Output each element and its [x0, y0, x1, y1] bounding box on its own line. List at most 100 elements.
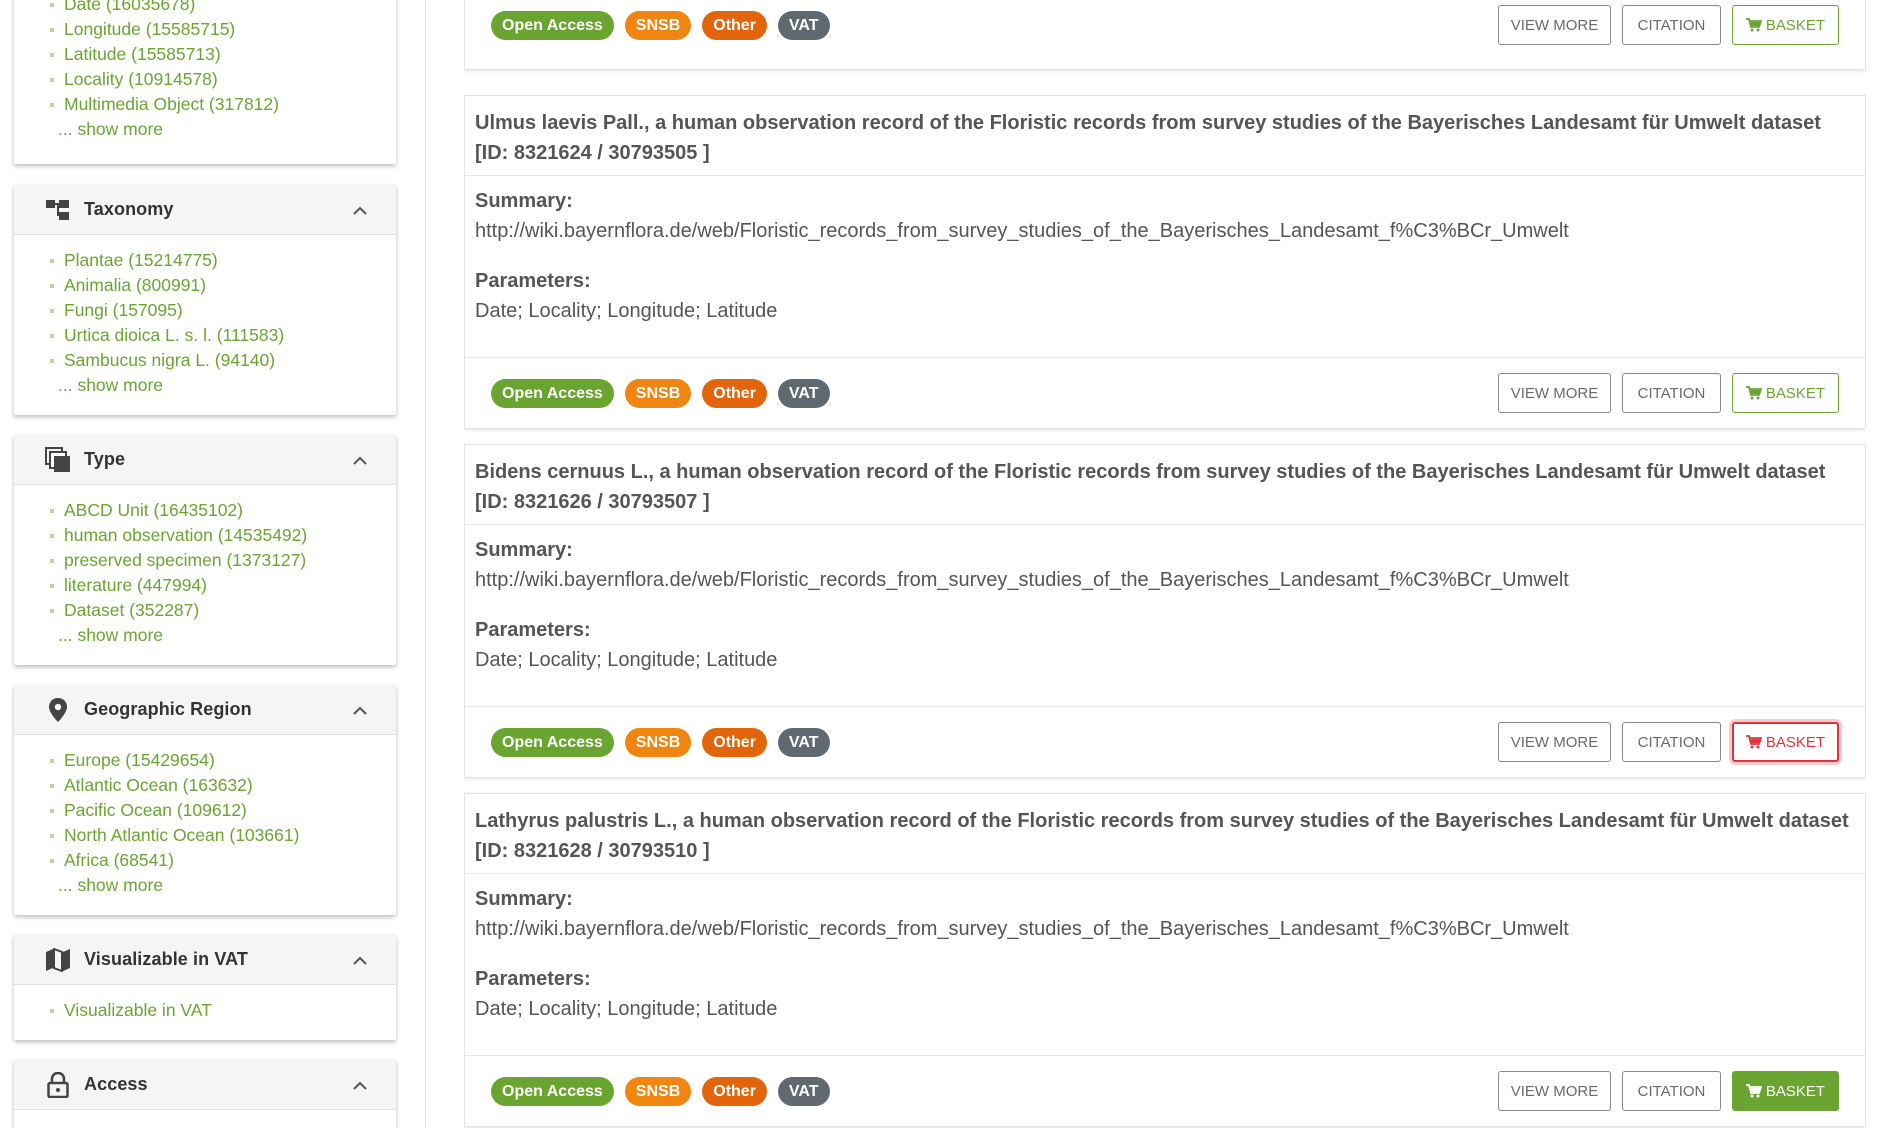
open-access-badge: Open Access: [491, 1077, 614, 1106]
facet-list: Date (16035678) Longitude (15585715) Lat…: [42, 0, 396, 117]
facet-item[interactable]: Plantae (15214775): [42, 248, 396, 273]
show-more-link[interactable]: ... show more: [42, 623, 396, 648]
basket-label: BASKET: [1765, 1082, 1826, 1100]
action-buttons: VIEW MORE CITATION BASKET: [1498, 5, 1839, 45]
result-card: Bidens cernuus L., a human observation r…: [464, 444, 1866, 778]
basket-button[interactable]: BASKET: [1732, 5, 1839, 45]
facet-list: ABCD Unit (16435102) human observation (…: [42, 498, 396, 623]
chevron-up-icon[interactable]: [350, 950, 370, 970]
facet-header-geographic-region[interactable]: Geographic Region: [14, 685, 396, 735]
facet-item[interactable]: Dataset (352287): [42, 598, 396, 623]
view-more-button[interactable]: VIEW MORE: [1498, 5, 1611, 45]
chevron-up-icon[interactable]: [350, 700, 370, 720]
facet-item[interactable]: Locality (10914578): [42, 67, 396, 92]
snsb-badge: SNSB: [624, 379, 692, 408]
facet-item[interactable]: Visualizable in VAT: [42, 998, 396, 1023]
facet-title: Geographic Region: [84, 699, 252, 719]
facet-item[interactable]: preserved specimen (1373127): [42, 548, 396, 573]
cart-icon: [1745, 1084, 1762, 1098]
facet-item[interactable]: Sambucus nigra L. (94140): [42, 348, 396, 373]
show-more-link[interactable]: ... show more: [42, 373, 396, 398]
action-buttons: VIEW MORE CITATION BASKET: [1498, 1071, 1839, 1111]
show-more-link[interactable]: ... show more: [42, 873, 396, 898]
facet-item[interactable]: Animalia (800991): [42, 273, 396, 298]
search-results: Open Access SNSB Other VAT VIEW MORE CIT…: [464, 0, 1866, 1128]
map-icon: [44, 946, 72, 974]
cart-icon: [1745, 735, 1762, 749]
other-badge: Other: [702, 379, 767, 408]
badge-row: Open Access SNSB Other VAT: [491, 379, 830, 408]
facet-item[interactable]: Longitude (15585715): [42, 17, 396, 42]
summary-label: Summary:: [475, 190, 573, 212]
parameters-label: Parameters:: [475, 270, 591, 292]
cart-icon: [1745, 18, 1762, 32]
facet-item[interactable]: human observation (14535492): [42, 523, 396, 548]
facet-card-parameters: Date (16035678) Longitude (15585715) Lat…: [14, 0, 396, 164]
snsb-badge: SNSB: [624, 728, 692, 757]
view-more-button[interactable]: VIEW MORE: [1498, 722, 1611, 762]
show-more-link[interactable]: ... show more: [42, 117, 396, 142]
facet-item[interactable]: Atlantic Ocean (163632): [42, 773, 396, 798]
result-title[interactable]: Lathyrus palustris L., a human observati…: [465, 794, 1865, 874]
facet-item[interactable]: Latitude (15585713): [42, 42, 396, 67]
facet-item[interactable]: Pacific Ocean (109612): [42, 798, 396, 823]
summary-label: Summary:: [475, 539, 573, 561]
basket-label: BASKET: [1765, 16, 1826, 34]
facet-title: Taxonomy: [84, 199, 174, 219]
citation-button[interactable]: CITATION: [1622, 5, 1721, 45]
basket-label: BASKET: [1765, 733, 1826, 751]
facet-item[interactable]: North Atlantic Ocean (103661): [42, 823, 396, 848]
summary-value: http://wiki.bayernflora.de/web/Floristic…: [475, 569, 1569, 591]
facet-header-access[interactable]: Access: [14, 1060, 396, 1110]
facet-item[interactable]: ABCD Unit (16435102): [42, 498, 396, 523]
citation-button[interactable]: CITATION: [1622, 373, 1721, 413]
chevron-up-icon[interactable]: [350, 1075, 370, 1095]
basket-button[interactable]: BASKET: [1732, 373, 1839, 413]
badge-row: Open Access SNSB Other VAT: [491, 728, 830, 757]
basket-button[interactable]: BASKET: [1732, 1071, 1839, 1111]
citation-button[interactable]: CITATION: [1622, 1071, 1721, 1111]
lock-icon: [44, 1071, 72, 1099]
facet-item[interactable]: Fungi (157095): [42, 298, 396, 323]
parameters-value: Date; Locality; Longitude; Latitude: [475, 300, 778, 322]
facet-title: Visualizable in VAT: [84, 949, 248, 969]
basket-label: BASKET: [1765, 384, 1826, 402]
result-title[interactable]: Ulmus laevis Pall., a human observation …: [465, 96, 1865, 176]
facet-header-type[interactable]: Type: [14, 435, 396, 485]
map-pin-icon: [44, 696, 72, 724]
facet-list: Visualizable in VAT: [42, 998, 396, 1023]
result-card: Ulmus laevis Pall., a human observation …: [464, 95, 1866, 429]
result-footer: Open Access SNSB Other VAT VIEW MORE CIT…: [465, 1056, 1865, 1126]
facet-item[interactable]: literature (447994): [42, 573, 396, 598]
other-badge: Other: [702, 11, 767, 40]
action-buttons: VIEW MORE CITATION BASKET: [1498, 373, 1839, 413]
facet-item[interactable]: Europe (15429654): [42, 748, 396, 773]
view-more-button[interactable]: VIEW MORE: [1498, 373, 1611, 413]
facet-card-access: Access: [14, 1060, 396, 1128]
result-card: Lathyrus palustris L., a human observati…: [464, 793, 1866, 1127]
facet-header-visualizable-in-vat[interactable]: Visualizable in VAT: [14, 935, 396, 985]
snsb-badge: SNSB: [624, 11, 692, 40]
open-access-badge: Open Access: [491, 728, 614, 757]
result-footer: Open Access SNSB Other VAT VIEW MORE CIT…: [465, 358, 1865, 428]
hierarchy-icon: [44, 196, 72, 224]
chevron-up-icon[interactable]: [350, 450, 370, 470]
basket-button[interactable]: BASKET: [1732, 722, 1839, 762]
stacked-pages-icon: [44, 446, 72, 474]
result-body: Summary: http://wiki.bayernflora.de/web/…: [465, 874, 1865, 1056]
facet-item[interactable]: Africa (68541): [42, 848, 396, 873]
other-badge: Other: [702, 1077, 767, 1106]
chevron-up-icon[interactable]: [350, 200, 370, 220]
facet-list: Plantae (15214775) Animalia (800991) Fun…: [42, 248, 396, 373]
facet-item[interactable]: Date (16035678): [42, 0, 396, 17]
facet-list: Europe (15429654) Atlantic Ocean (163632…: [42, 748, 396, 873]
snsb-badge: SNSB: [624, 1077, 692, 1106]
result-title[interactable]: Bidens cernuus L., a human observation r…: [465, 445, 1865, 525]
facet-item[interactable]: Multimedia Object (317812): [42, 92, 396, 117]
view-more-button[interactable]: VIEW MORE: [1498, 1071, 1611, 1111]
citation-button[interactable]: CITATION: [1622, 722, 1721, 762]
facet-item[interactable]: Urtica dioica L. s. l. (111583): [42, 323, 396, 348]
parameters-label: Parameters:: [475, 968, 591, 990]
facet-header-taxonomy[interactable]: Taxonomy: [14, 185, 396, 235]
facet-card-taxonomy: Taxonomy Plantae (15214775) Animalia (80…: [14, 185, 396, 415]
